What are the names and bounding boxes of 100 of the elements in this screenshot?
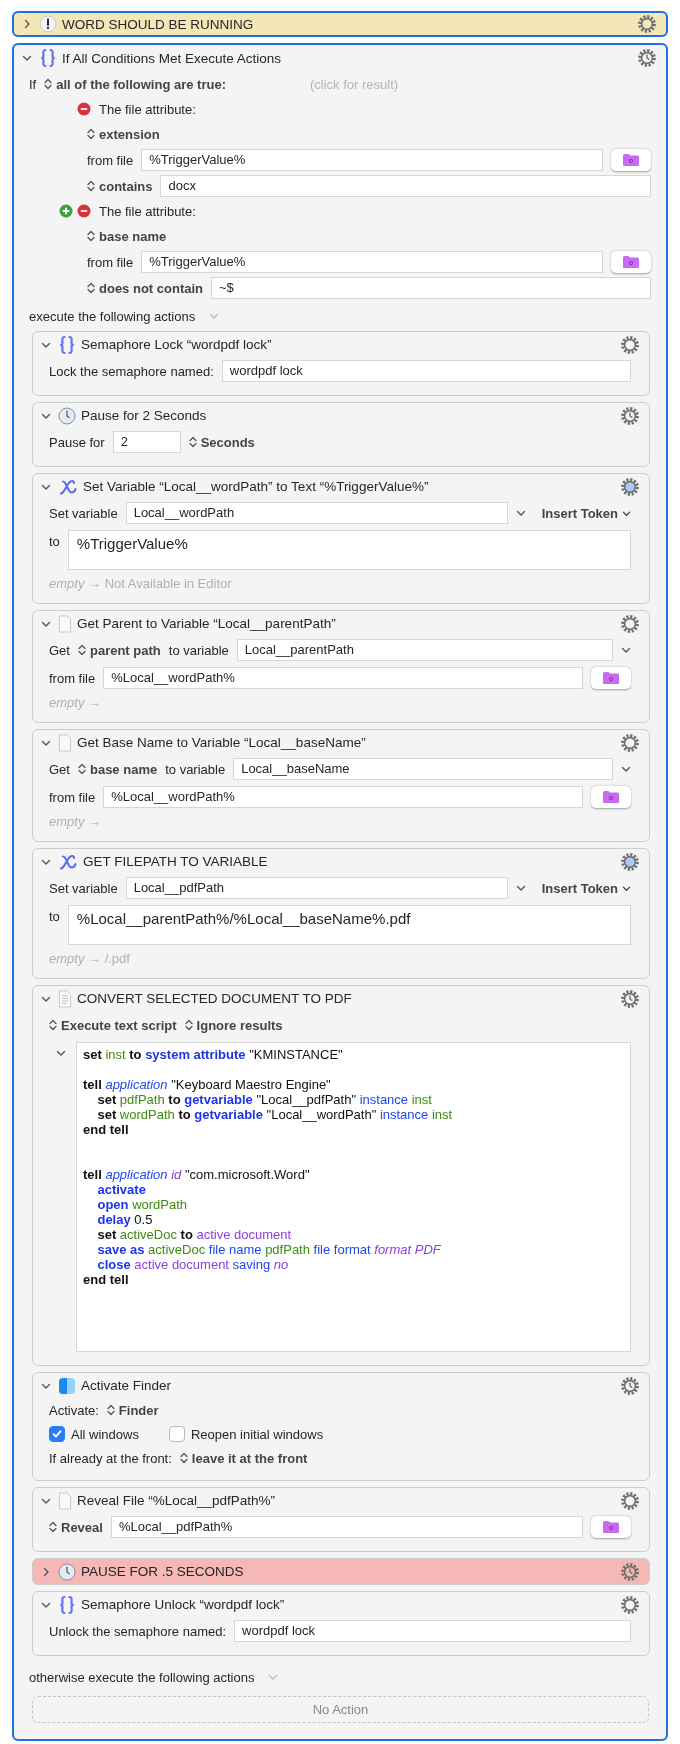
popup-menu[interactable]: contains	[87, 178, 153, 194]
braces-icon	[58, 1594, 76, 1615]
label-text: to variable	[168, 642, 229, 658]
text-field[interactable]: Local__baseName	[233, 758, 613, 780]
updown-icon	[77, 644, 86, 656]
text-field[interactable]: %TriggerValue%	[141, 149, 603, 171]
text-field[interactable]: docx	[160, 175, 651, 197]
action-title: Set Variable “Local__wordPath” to Text “%TriggerValue%”	[83, 479, 430, 494]
action-title: PAUSE FOR .5 SECONDS	[81, 1564, 245, 1579]
text-field[interactable]: wordpdf lock	[221, 360, 631, 382]
number-field[interactable]: 2	[112, 431, 181, 453]
result-preview: empty → /.pdf	[49, 950, 130, 966]
checkbox[interactable]	[49, 1426, 65, 1442]
updown-icon	[87, 180, 95, 192]
updown-icon	[77, 763, 86, 775]
gear-icon[interactable]	[620, 1490, 640, 1511]
folder-icon	[622, 255, 640, 269]
remove-button[interactable]	[77, 204, 91, 218]
text-field[interactable]: Local__wordPath	[125, 502, 508, 524]
text-field[interactable]: %Local__pdfPath%	[110, 1516, 583, 1538]
popup-menu[interactable]: parent path	[77, 642, 161, 658]
popup-menu[interactable]: base name	[87, 228, 167, 244]
label-text: to	[49, 908, 60, 924]
disclosure-chevron-icon[interactable]	[22, 53, 32, 63]
dropdown-chevron-icon[interactable]	[515, 508, 526, 518]
braces-icon	[58, 334, 76, 355]
script-editor[interactable]: set inst to system attribute "KMINSTANCE" tell application "Keyboard Maestro Engine" set pdfPath to getvariable "Local__pdfPath" instance inst set wordPath to getvariable "Local__wordPath" instance inst end tell tell application id "com.microsoft.Word" activate open wordPath delay 0.5 set activeDoc to active document save as activeDoc file name pdfPath file format format PDF close active document saving no end tell	[76, 1042, 631, 1352]
folder-button[interactable]	[611, 149, 651, 171]
popup-menu[interactable]: Seconds	[188, 434, 255, 450]
gear-clock-icon[interactable]	[637, 48, 657, 68]
popup-menu[interactable]: extension	[87, 126, 160, 142]
updown-icon	[188, 436, 197, 448]
gear-clock-icon[interactable]	[620, 988, 640, 1009]
folder-button[interactable]	[611, 251, 651, 273]
clock-icon	[58, 406, 76, 425]
result-preview: empty →	[49, 813, 102, 829]
gear-clock-icon[interactable]	[620, 1375, 640, 1396]
disclosure-chevron-icon[interactable]	[22, 19, 32, 29]
popup-menu[interactable]: Ignore results	[184, 1017, 283, 1033]
action-title: If All Conditions Met Execute Actions	[62, 50, 283, 66]
popup-menu[interactable]: all of the following are true:	[44, 76, 226, 92]
gear-icon[interactable]	[620, 334, 640, 355]
updown-icon	[87, 128, 95, 140]
popup-menu[interactable]: does not contain	[87, 280, 203, 296]
chevron-icon	[622, 883, 631, 893]
remove-button[interactable]	[77, 102, 91, 116]
insert-token-menu[interactable]: Insert Token	[541, 880, 631, 896]
label-text: Get	[49, 642, 70, 658]
text-field[interactable]: %Local__wordPath%	[103, 667, 583, 689]
popup-menu[interactable]: Execute text script	[49, 1017, 177, 1033]
folder-button[interactable]	[591, 667, 631, 689]
gear-icon[interactable]	[620, 1594, 640, 1615]
result-preview: empty →	[49, 694, 102, 710]
page-icon	[58, 614, 72, 633]
gear-clock-icon[interactable]	[620, 405, 640, 426]
gear-icon[interactable]	[620, 851, 640, 872]
updown-icon	[49, 1521, 57, 1533]
insert-token-menu[interactable]: Insert Token	[541, 505, 631, 521]
gear-icon[interactable]	[620, 613, 640, 634]
label-text: from file	[49, 670, 96, 686]
text-field[interactable]: wordpdf lock	[234, 1620, 631, 1642]
action-title: WORD SHOULD BE RUNNING	[62, 16, 255, 32]
section-label: execute the following actions	[29, 308, 196, 324]
dropdown-chevron-icon[interactable]	[621, 764, 631, 774]
action-title: Activate Finder	[81, 1378, 173, 1393]
folder-button[interactable]	[591, 786, 631, 808]
dropdown-chevron-icon[interactable]	[515, 883, 526, 893]
folder-button[interactable]	[591, 1516, 631, 1538]
text-field[interactable]: Local__parentPath	[236, 639, 613, 661]
condition-label: The file attribute:	[99, 101, 196, 117]
condition-label: The file attribute:	[99, 203, 196, 219]
clock-icon	[58, 1562, 76, 1581]
variable-icon	[58, 852, 78, 871]
gear-icon[interactable]	[620, 732, 640, 753]
popup-menu[interactable]: Finder	[106, 1402, 159, 1418]
dropdown-chevron-icon[interactable]	[621, 645, 631, 655]
add-button[interactable]	[59, 204, 73, 218]
updown-icon	[179, 1452, 188, 1464]
text-area[interactable]: %TriggerValue%	[67, 530, 631, 570]
text-field[interactable]: ~$	[211, 277, 651, 299]
text-field[interactable]: %Local__wordPath%	[103, 786, 583, 808]
popup-menu[interactable]: Reveal	[49, 1519, 103, 1535]
label-text: Lock the semaphore named:	[49, 363, 214, 379]
updown-icon	[49, 1019, 57, 1031]
text-field[interactable]: Local__pdfPath	[125, 877, 508, 899]
updown-icon	[106, 1404, 115, 1416]
popup-menu[interactable]: leave it at the front	[179, 1450, 308, 1466]
gear-icon[interactable]	[637, 14, 657, 34]
popup-menu[interactable]: base name	[77, 761, 158, 777]
disclosure-chevron-icon[interactable]	[41, 1566, 51, 1577]
gear-clock-icon[interactable]	[620, 1561, 640, 1582]
text-area[interactable]: %Local__parentPath%/%Local__baseName%.pdf	[67, 905, 631, 945]
chevron-icon[interactable]	[56, 1048, 66, 1058]
text-field[interactable]: %TriggerValue%	[141, 251, 603, 273]
section-label: otherwise execute the following actions	[29, 1669, 255, 1685]
gear-icon[interactable]	[620, 476, 640, 497]
label-text: to variable	[165, 761, 226, 777]
label-text: Set variable	[49, 880, 118, 896]
checkbox[interactable]	[168, 1426, 185, 1442]
variable-icon	[58, 477, 78, 496]
